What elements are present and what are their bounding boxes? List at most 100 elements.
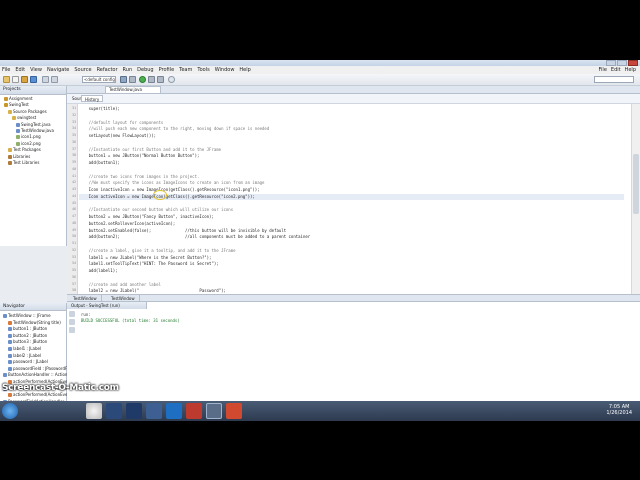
system-clock[interactable]: 7:05 AM 1/26/2014 <box>606 404 632 416</box>
tree-node[interactable]: Test Libraries <box>8 160 39 166</box>
menu-right-item[interactable]: Help <box>625 66 636 74</box>
menu-item-profile[interactable]: Profile <box>159 66 175 74</box>
line-number: 31 <box>72 106 76 110</box>
chrome-taskbar-icon[interactable] <box>86 403 102 419</box>
start-button[interactable] <box>2 403 18 419</box>
clean-build-icon[interactable] <box>129 76 136 83</box>
navigator-item[interactable]: label1 : JLabel <box>8 346 41 352</box>
navigator-tab[interactable]: Navigator <box>0 303 66 311</box>
code-line: //create and add another label <box>79 281 161 287</box>
code-line: add(label1); <box>79 268 118 273</box>
code-line: button2.setEnabled(false); //this button… <box>79 227 287 233</box>
config-combo[interactable]: <default config> <box>82 76 116 83</box>
build-icon[interactable] <box>120 76 127 83</box>
editor-tab-testwindow[interactable]: TestWindow.java <box>105 86 161 93</box>
menu-item-edit[interactable]: Edit <box>15 66 25 74</box>
new-file-icon[interactable] <box>12 76 19 83</box>
tree-node[interactable]: Test Packages <box>8 147 41 153</box>
tree-node[interactable]: icon1.png <box>16 134 41 140</box>
menu-item-navigate[interactable]: Navigate <box>47 66 69 74</box>
stop-icon[interactable] <box>69 319 75 325</box>
navigator-item-label: password : JLabel <box>13 359 48 365</box>
folder-icon <box>16 129 20 133</box>
projects-panel: Projects Assignment SwingTest Source Packa… <box>0 86 67 246</box>
folder-icon <box>16 135 20 140</box>
memory-gauge-icon[interactable] <box>168 76 175 83</box>
line-number: 40 <box>72 166 76 171</box>
menu-item-window[interactable]: Window <box>215 66 235 74</box>
menu-item-view[interactable]: View <box>30 66 42 74</box>
explorer-taskbar-icon[interactable] <box>106 403 122 419</box>
member-icon <box>8 353 12 358</box>
source-code[interactable]: super(title); //default layout for compo… <box>79 104 624 323</box>
profile-icon[interactable] <box>157 76 164 83</box>
output-actions <box>69 311 77 335</box>
tree-node[interactable]: Source Packages <box>8 109 47 115</box>
tree-node[interactable]: Libraries <box>8 154 30 160</box>
navigator-item[interactable]: TestWindow :: JFrame <box>3 313 51 319</box>
projects-tab[interactable]: Projects <box>0 86 66 95</box>
code-line: setLayout(new FlowLayout()); <box>79 133 157 138</box>
navigator-item[interactable]: button1 : JButton <box>8 326 47 332</box>
tree-node-label: swingtest <box>17 115 37 121</box>
netbeans-taskbar-icon[interactable] <box>206 403 222 419</box>
navigator-item[interactable]: actionPerformed(ActionEvent) <box>8 392 73 398</box>
menu-bar: File Edit View Navigate Source Refactor Run Deb… <box>0 66 640 74</box>
menu-item-team[interactable]: Team <box>179 66 192 74</box>
rerun-icon[interactable] <box>69 311 75 317</box>
line-number: 58 <box>72 288 76 293</box>
code-line: //Instantiate our second button which wi… <box>79 207 234 213</box>
menu-item-help[interactable]: Help <box>239 66 250 74</box>
run-icon[interactable] <box>139 76 146 83</box>
line-number: 45 <box>72 200 76 205</box>
tree-node[interactable]: SwingTest.java <box>16 122 51 128</box>
line-number: 54 <box>72 261 76 266</box>
navigator-item[interactable]: TestWindow(String title) <box>8 320 61 326</box>
folder-icon <box>4 103 8 108</box>
search-input[interactable] <box>594 76 634 83</box>
debug-icon[interactable] <box>148 76 155 83</box>
powerpoint-taskbar-icon[interactable] <box>186 403 202 419</box>
tree-node-label: icon2.png <box>21 140 41 146</box>
menu-item-debug[interactable]: Debug <box>137 66 153 74</box>
member-icon <box>8 333 12 338</box>
undo-icon[interactable] <box>42 76 49 83</box>
menu-item-refactor[interactable]: Refactor <box>97 66 118 74</box>
navigator-item[interactable]: button3 : JButton <box>8 339 47 345</box>
tree-node-label: Libraries <box>13 153 31 159</box>
new-project-icon[interactable] <box>3 76 10 83</box>
save-all-icon[interactable] <box>30 76 37 83</box>
word-taskbar-icon[interactable] <box>166 403 182 419</box>
tree-node[interactable]: Assignment <box>4 96 33 102</box>
open-project-icon[interactable] <box>21 76 28 83</box>
navigator-item[interactable]: passwordField : JPasswordField <box>8 366 74 372</box>
member-icon <box>8 366 12 371</box>
app-taskbar-icon[interactable] <box>146 403 162 419</box>
scrollbar-thumb[interactable] <box>633 154 639 214</box>
navigator-item[interactable]: label2 : JLabel <box>8 353 41 359</box>
tree-node[interactable]: swingtest <box>12 115 36 121</box>
navigator-item[interactable]: button2 : JButton <box>8 333 47 339</box>
editor-vertical-scrollbar[interactable] <box>631 104 640 323</box>
clear-output-icon[interactable] <box>69 327 75 333</box>
navigator-item[interactable]: password : JLabel <box>8 359 48 365</box>
screencast-watermark: Screencast-O-Matic.com <box>2 383 119 393</box>
menu-item-source[interactable]: Source <box>74 66 91 74</box>
history-view-button[interactable]: History <box>81 95 104 102</box>
tree-node[interactable]: SwingTest <box>4 102 29 108</box>
output-tab[interactable]: Output - SwingTest (run) <box>67 302 147 309</box>
redo-icon[interactable] <box>51 76 58 83</box>
photoshop-taskbar-icon[interactable] <box>126 403 142 419</box>
menu-right-item[interactable]: Edit <box>611 66 621 74</box>
menu-item-tools[interactable]: Tools <box>197 66 209 74</box>
line-number: 43 <box>72 187 76 191</box>
output-panel: Output - SwingTest (run) run: BUILD SUCCE… <box>67 301 640 414</box>
tree-node[interactable]: icon2.png <box>16 141 41 147</box>
menu-item-file[interactable]: File <box>2 66 10 74</box>
tree-node[interactable]: TestWindow.java <box>16 128 54 134</box>
menu-item-run[interactable]: Run <box>123 66 133 74</box>
recorder-taskbar-icon[interactable] <box>226 403 242 419</box>
line-number: 36 <box>72 139 76 144</box>
line-number: 49 <box>72 227 76 232</box>
menu-right-item[interactable]: File <box>599 66 607 74</box>
